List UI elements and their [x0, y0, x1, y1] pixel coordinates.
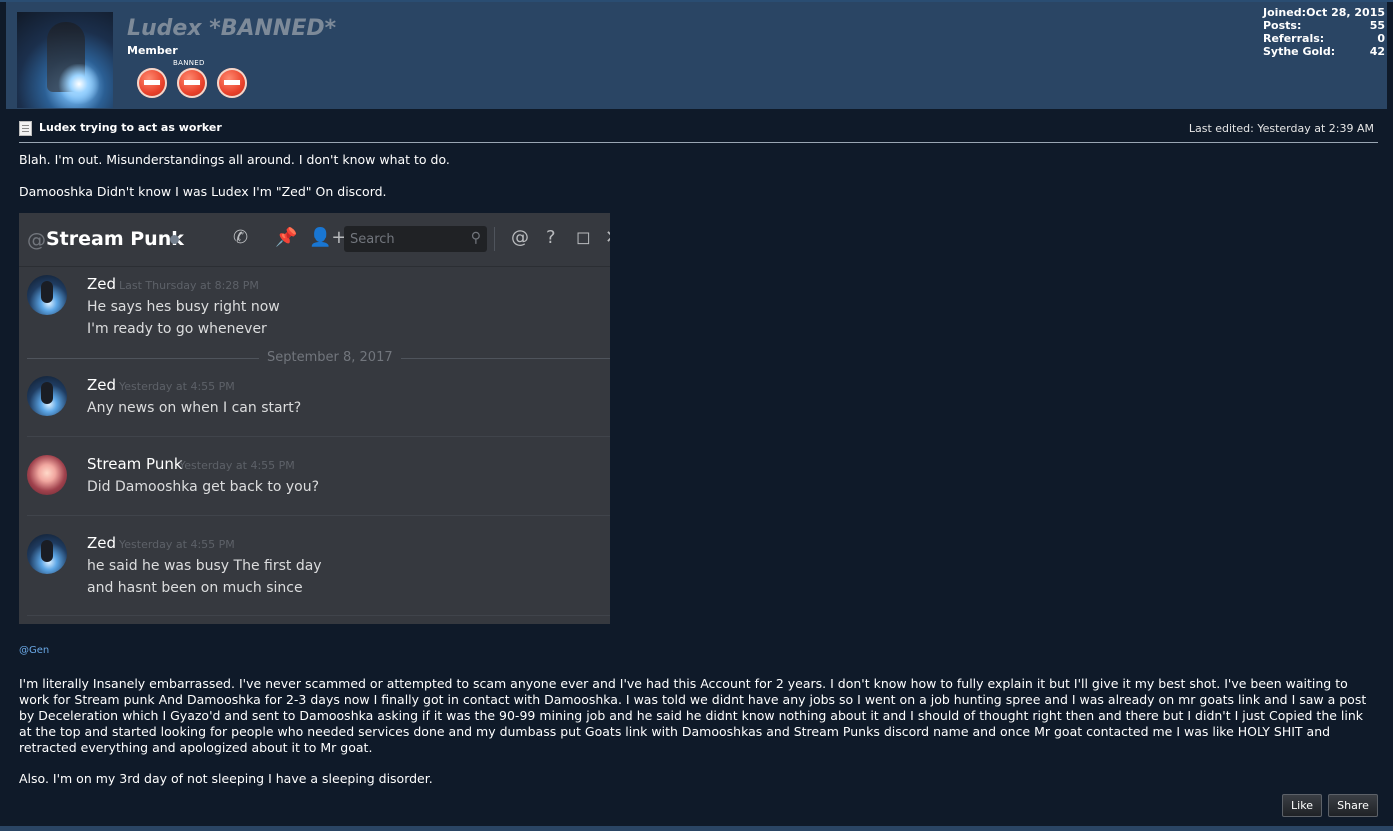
zed-avatar	[27, 534, 67, 574]
mention-link[interactable]: @Gen	[19, 645, 49, 656]
banned-badge-icon	[137, 68, 167, 98]
status-dot-icon	[170, 235, 179, 244]
banned-badge-icon	[177, 68, 207, 98]
stat-label: Sythe Gold:	[1263, 45, 1336, 58]
zed-avatar	[27, 376, 67, 416]
post-body: I'm literally Insanely embarrassed. I've…	[19, 676, 1367, 755]
user-stats: Joined: Oct 28, 2015 Posts: 55 Referrals…	[1263, 6, 1385, 58]
message-divider	[27, 515, 610, 516]
profile-header: Ludex *BANNED* Member BANNED Joined: Oct…	[6, 2, 1387, 109]
zed-avatar	[27, 275, 67, 315]
message-author: Zed	[87, 376, 117, 394]
message-author: Zed	[87, 534, 117, 552]
discord-channel-name: Stream Punk	[46, 228, 184, 250]
message-line: and hasnt been on much since	[87, 580, 303, 596]
like-button[interactable]: Like	[1282, 794, 1322, 817]
phone-icon: ✆	[233, 227, 249, 248]
stat-value: 55	[1369, 19, 1385, 32]
stat-sythe-gold: Sythe Gold: 42	[1263, 45, 1385, 58]
avatar-glow	[57, 64, 101, 104]
post-footer-line: Also. I'm on my 3rd day of not sleeping …	[19, 771, 433, 786]
message-divider	[27, 436, 610, 437]
message-time: Yesterday at 4:55 PM	[119, 380, 235, 393]
message-line: He says hes busy right now	[87, 299, 280, 315]
message-line: Any news on when I can start?	[87, 400, 302, 416]
discord-screenshot[interactable]: @ Stream Punk ✆ 📌 👤+ Search ⚲ @ ? ◻ ✕ Ze…	[19, 213, 610, 624]
banned-badge-icon	[217, 68, 247, 98]
post-title-row: Ludex trying to act as worker Last edite…	[19, 120, 1378, 143]
share-button[interactable]: Share	[1328, 794, 1378, 817]
user-title: Member	[127, 44, 178, 57]
user-avatar[interactable]	[17, 12, 113, 108]
stat-value: 42	[1369, 45, 1385, 58]
stat-referrals: Referrals: 0	[1263, 32, 1385, 45]
document-icon	[19, 121, 32, 136]
message-time: Yesterday at 4:55 PM	[179, 459, 295, 472]
username[interactable]: Ludex *BANNED*	[127, 16, 336, 41]
stat-value: Oct 28, 2015	[1306, 6, 1385, 19]
post-line-1: Blah. I'm out. Misunderstandings all aro…	[19, 152, 450, 167]
discord-search: Search ⚲	[344, 226, 487, 252]
bottom-bar	[0, 826, 1393, 831]
date-divider: September 8, 2017	[259, 350, 401, 365]
message-line: I'm ready to go whenever	[87, 321, 267, 337]
maximize-icon: ◻	[576, 227, 591, 248]
banned-caption: BANNED	[173, 59, 205, 67]
message-time: Last Thursday at 8:28 PM	[119, 279, 259, 292]
help-icon: ?	[546, 227, 556, 248]
stat-label: Posts:	[1263, 19, 1302, 32]
close-icon: ✕	[605, 227, 610, 248]
search-placeholder: Search	[350, 232, 395, 247]
discord-header: @ Stream Punk ✆ 📌 👤+ Search ⚲ @ ? ◻ ✕	[19, 213, 610, 267]
message-author: Stream Punk	[87, 455, 183, 473]
at-symbol: @	[27, 229, 46, 251]
stat-label: Joined:	[1263, 6, 1306, 19]
mention-icon: @	[511, 227, 529, 248]
stat-posts: Posts: 55	[1263, 19, 1385, 32]
stat-label: Referrals:	[1263, 32, 1325, 45]
pin-icon: 📌	[275, 227, 298, 248]
message-line: Did Damooshka get back to you?	[87, 479, 320, 495]
stat-value: 0	[1377, 32, 1385, 45]
stat-joined: Joined: Oct 28, 2015	[1263, 6, 1385, 19]
message-time: Yesterday at 4:55 PM	[119, 538, 235, 551]
post-title: Ludex trying to act as worker	[39, 121, 222, 134]
last-edited: Last edited: Yesterday at 2:39 AM	[1188, 122, 1374, 135]
message-line: he said he was busy The first day	[87, 558, 322, 574]
message-divider	[27, 615, 610, 616]
stream-punk-avatar	[27, 455, 67, 495]
add-user-icon: 👤+	[309, 227, 347, 248]
message-author: Zed	[87, 275, 117, 293]
search-icon: ⚲	[470, 230, 481, 246]
post-line-2: Damooshka Didn't know I was Ludex I'm "Z…	[19, 184, 387, 199]
header-separator	[494, 227, 495, 251]
